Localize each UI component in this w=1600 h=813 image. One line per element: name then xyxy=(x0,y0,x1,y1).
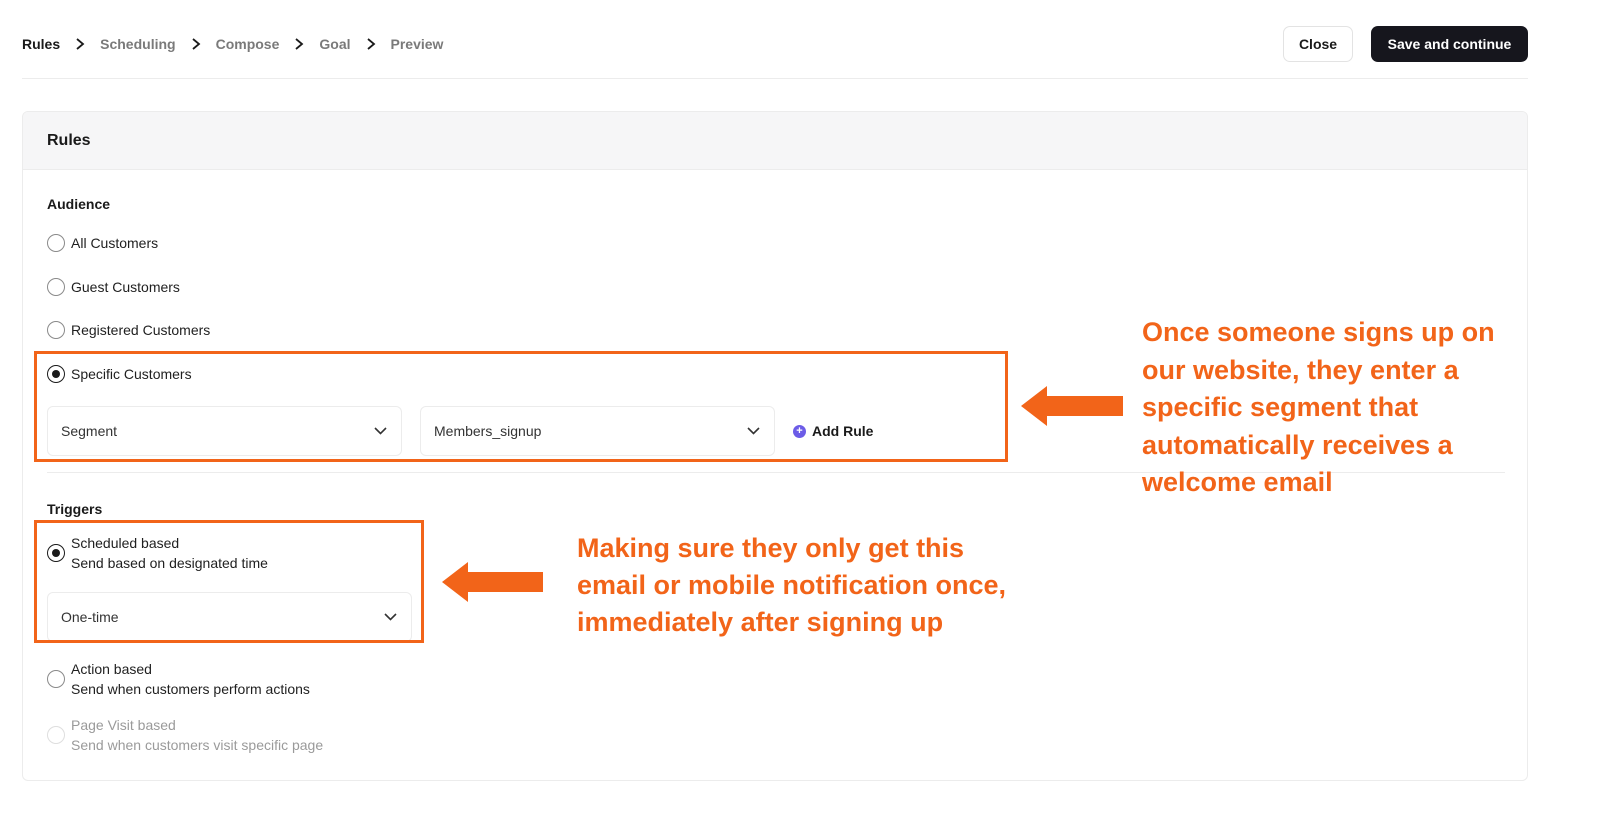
card-header: Rules xyxy=(23,112,1527,170)
annotation-line: automatically receives a xyxy=(1142,429,1453,460)
radio-button[interactable] xyxy=(47,278,65,296)
trigger-option-action-based[interactable]: Action based Send when customers perform… xyxy=(47,659,310,699)
radio-label: All Customers xyxy=(71,235,159,251)
breadcrumb-step-scheduling[interactable]: Scheduling xyxy=(100,36,175,52)
annotation-line: email or mobile notification once, xyxy=(577,570,1007,600)
card-title: Rules xyxy=(47,132,91,149)
annotation-arrow-left-icon xyxy=(442,562,543,602)
audience-option-registered-customers[interactable]: Registered Customers xyxy=(47,321,210,339)
radio-button[interactable] xyxy=(47,234,65,252)
trigger-subtitle: Send when customers perform actions xyxy=(71,681,310,697)
annotation-line: welcome email xyxy=(1142,467,1333,497)
trigger-subtitle: Send when customers visit specific page xyxy=(71,737,324,753)
chevron-right-icon xyxy=(351,38,391,50)
radio-button-disabled xyxy=(47,726,65,744)
breadcrumb-step-preview[interactable]: Preview xyxy=(391,36,444,52)
annotation-line: immediately after signing up xyxy=(577,607,944,637)
breadcrumb-step-compose[interactable]: Compose xyxy=(216,36,280,52)
header-divider xyxy=(22,78,1528,79)
audience-option-guest-customers[interactable]: Guest Customers xyxy=(47,278,180,296)
trigger-title: Page Visit based xyxy=(71,717,176,733)
annotation-line: specific segment that xyxy=(1142,392,1419,422)
audience-label: Audience xyxy=(47,196,111,212)
radio-label: Registered Customers xyxy=(71,322,211,338)
radio-button[interactable] xyxy=(47,321,65,339)
save-and-continue-button[interactable]: Save and continue xyxy=(1371,26,1528,62)
annotation-arrow-left-icon xyxy=(1021,386,1123,426)
radio-button[interactable] xyxy=(47,670,65,688)
close-button[interactable]: Close xyxy=(1283,26,1353,62)
annotation-highlight-audience xyxy=(34,351,1008,462)
annotation-highlight-triggers xyxy=(34,520,424,643)
annotation-line: Making sure they only get this xyxy=(577,533,965,563)
audience-option-all-customers[interactable]: All Customers xyxy=(47,234,158,252)
breadcrumb: Rules Scheduling Compose Goal Preview xyxy=(22,36,443,52)
triggers-label: Triggers xyxy=(47,501,103,517)
chevron-right-icon xyxy=(176,38,216,50)
chevron-right-icon xyxy=(279,38,319,50)
annotation-line: our website, they enter a xyxy=(1142,354,1459,385)
chevron-right-icon xyxy=(60,38,100,50)
radio-label: Guest Customers xyxy=(71,279,180,295)
annotation-segment-note: Once someone signs up on our website, th… xyxy=(1142,314,1495,502)
breadcrumb-step-rules[interactable]: Rules xyxy=(22,36,60,52)
trigger-title: Action based xyxy=(71,661,152,677)
annotation-line: Once someone signs up on xyxy=(1142,317,1495,347)
breadcrumb-step-goal[interactable]: Goal xyxy=(319,36,350,52)
page-header: Rules Scheduling Compose Goal Preview Cl… xyxy=(0,0,1600,80)
annotation-trigger-note: Making sure they only get this email or … xyxy=(577,530,1006,641)
trigger-option-page-visit-based: Page Visit based Send when customers vis… xyxy=(47,715,323,755)
